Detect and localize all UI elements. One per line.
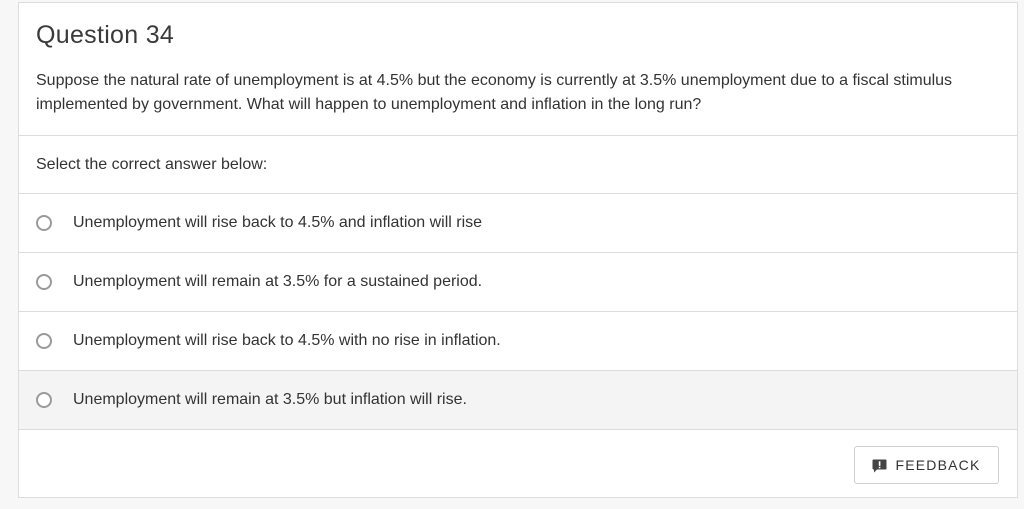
answer-option-2[interactable]: Unemployment will remain at 3.5% for a s… [19, 253, 1017, 312]
question-footer: FEEDBACK [19, 430, 1017, 500]
radio-button[interactable] [36, 274, 52, 290]
answer-option-label: Unemployment will rise back to 4.5% with… [73, 332, 501, 349]
question-title: Question 34 [36, 21, 175, 49]
answer-instruction: Select the correct answer below: [19, 136, 1017, 194]
question-text: Suppose the natural rate of unemployment… [36, 72, 953, 113]
radio-button[interactable] [36, 215, 52, 231]
answer-option-4[interactable]: Unemployment will remain at 3.5% but inf… [19, 371, 1017, 430]
question-header: Question 34 Suppose the natural rate of … [19, 3, 1017, 136]
radio-button[interactable] [36, 333, 52, 349]
answer-option-1[interactable]: Unemployment will rise back to 4.5% and … [19, 194, 1017, 253]
feedback-button[interactable]: FEEDBACK [854, 446, 999, 484]
answer-option-3[interactable]: Unemployment will rise back to 4.5% with… [19, 312, 1017, 371]
radio-button[interactable] [36, 392, 52, 408]
answer-option-label: Unemployment will remain at 3.5% but inf… [73, 391, 467, 408]
answer-option-label: Unemployment will remain at 3.5% for a s… [73, 273, 483, 290]
answer-option-label: Unemployment will rise back to 4.5% and … [73, 214, 483, 231]
question-card: Question 34 Suppose the natural rate of … [18, 2, 1018, 498]
feedback-label: FEEDBACK [895, 457, 981, 473]
feedback-icon [872, 459, 887, 472]
